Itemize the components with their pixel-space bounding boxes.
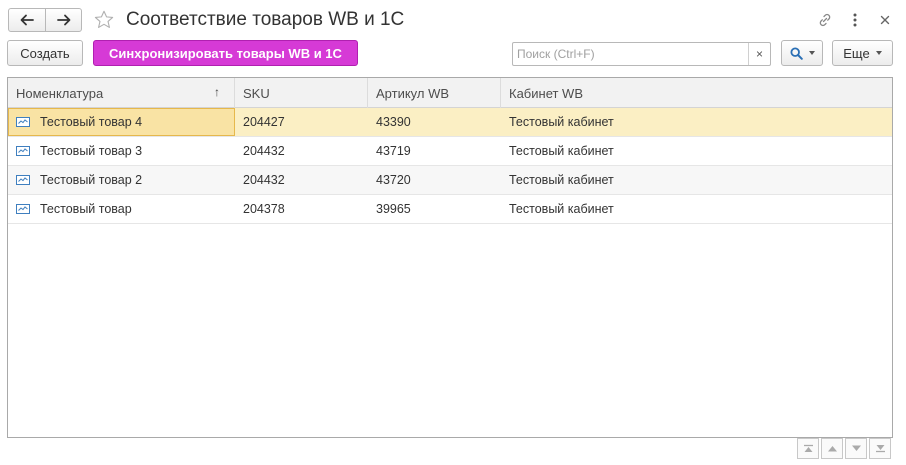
scroll-to-bottom-button[interactable]	[869, 438, 891, 459]
arrow-left-icon	[20, 14, 34, 26]
search-input[interactable]	[513, 43, 749, 65]
cell-nomenclature[interactable]: Тестовый товар 2	[8, 166, 235, 194]
cell-cabinet-wb: Тестовый кабинет	[509, 173, 614, 187]
arrow-right-icon	[56, 14, 70, 26]
table-header: Номенклатура ↑ SKU Артикул WB Кабинет WB	[8, 78, 892, 108]
column-header-sku[interactable]: SKU	[235, 78, 368, 108]
cell-cabinet-wb: Тестовый кабинет	[509, 202, 614, 216]
cell-nomenclature[interactable]: Тестовый товар 3	[8, 137, 235, 165]
search-clear-button[interactable]: ×	[748, 43, 770, 65]
chevron-down-icon	[808, 51, 815, 55]
table-row[interactable]: Тестовый товар 4 204427 43390 Тестовый к…	[8, 108, 892, 137]
cell-sku: 204432	[243, 144, 285, 158]
back-button[interactable]	[9, 9, 45, 31]
scroll-up-icon	[827, 446, 837, 452]
catalog-item-icon	[16, 204, 30, 214]
more-actions-button[interactable]	[845, 10, 865, 30]
cell-text: Тестовый товар 2	[40, 173, 143, 187]
column-header-label: Номенклатура	[16, 85, 104, 101]
column-header-label: Кабинет WB	[509, 85, 583, 101]
more-button[interactable]: Еще	[832, 40, 893, 66]
scroll-down-button[interactable]	[845, 438, 867, 459]
title-bar: Соответствие товаров WB и 1С	[0, 0, 906, 38]
catalog-item-icon	[16, 175, 30, 185]
column-header-nomenclature[interactable]: Номенклатура ↑	[8, 78, 235, 108]
cell-nomenclature[interactable]: Тестовый товар 4	[8, 108, 235, 136]
close-icon	[880, 15, 890, 25]
table-row[interactable]: Тестовый товар 2 204432 43720 Тестовый к…	[8, 166, 892, 195]
scroll-down-icon	[851, 445, 861, 451]
page-title: Соответствие товаров WB и 1С	[126, 9, 405, 30]
sort-ascending-icon: ↑	[214, 85, 220, 99]
table-row[interactable]: Тестовый товар 3 204432 43719 Тестовый к…	[8, 137, 892, 166]
close-button[interactable]	[875, 10, 895, 30]
products-table: Номенклатура ↑ SKU Артикул WB Кабинет WB…	[7, 77, 893, 438]
link-button[interactable]	[815, 10, 835, 30]
link-icon	[819, 13, 831, 27]
cell-nomenclature[interactable]: Тестовый товар	[8, 195, 235, 223]
cell-sku: 204427	[243, 115, 285, 129]
table-row[interactable]: Тестовый товар 204378 39965 Тестовый каб…	[8, 195, 892, 224]
cell-sku: 204432	[243, 173, 285, 187]
catalog-item-icon	[16, 146, 30, 156]
scroll-up-button[interactable]	[821, 438, 843, 459]
sync-products-button[interactable]: Синхронизировать товары WB и 1С	[93, 40, 358, 66]
cell-sku: 204378	[243, 202, 285, 216]
cell-text: Тестовый товар 3	[40, 144, 143, 158]
table-scroll-controls	[795, 438, 891, 459]
favorite-star-button[interactable]	[92, 8, 116, 32]
cell-text: Тестовый товар	[40, 202, 132, 216]
cell-article-wb: 43719	[376, 144, 411, 158]
catalog-item-icon	[16, 117, 30, 127]
column-header-cabinet-wb[interactable]: Кабинет WB	[501, 78, 892, 108]
cell-article-wb: 43390	[376, 115, 411, 129]
chevron-down-icon	[875, 51, 882, 55]
star-icon	[94, 10, 114, 28]
scroll-to-top-button[interactable]	[797, 438, 819, 459]
more-vertical-icon	[853, 13, 857, 27]
navigation-buttons	[8, 8, 82, 32]
column-header-label: SKU	[243, 85, 270, 101]
search-icon	[789, 46, 803, 60]
cell-article-wb: 39965	[376, 202, 411, 216]
cell-cabinet-wb: Тестовый кабинет	[509, 144, 614, 158]
scroll-top-icon	[803, 444, 813, 452]
cell-article-wb: 43720	[376, 173, 411, 187]
cell-cabinet-wb: Тестовый кабинет	[509, 115, 614, 129]
forward-button[interactable]	[45, 9, 81, 31]
search-options-button[interactable]	[781, 40, 823, 66]
more-button-label: Еще	[843, 45, 870, 61]
command-bar: Создать Синхронизировать товары WB и 1С …	[0, 40, 906, 68]
column-header-label: Артикул WB	[376, 85, 450, 101]
create-button[interactable]: Создать	[7, 40, 83, 66]
cell-text: Тестовый товар 4	[40, 115, 143, 129]
column-header-article-wb[interactable]: Артикул WB	[368, 78, 501, 108]
scroll-bottom-icon	[875, 445, 885, 453]
search-field: ×	[512, 42, 771, 66]
